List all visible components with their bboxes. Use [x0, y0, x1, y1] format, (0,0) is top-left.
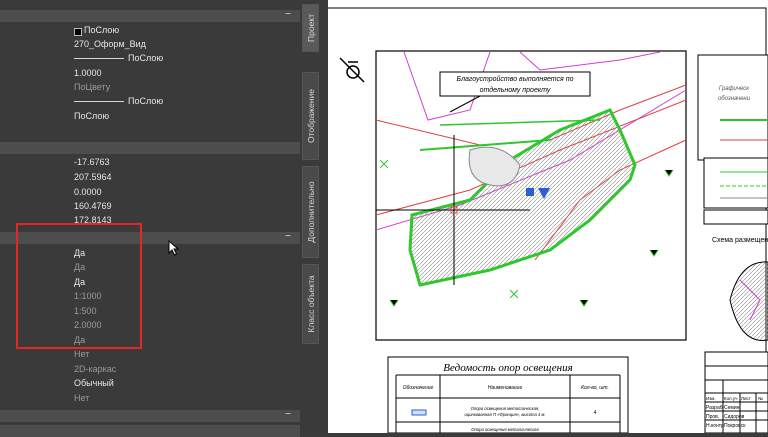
section-footer-header[interactable]: − — [0, 409, 300, 422]
palette-side-tabs: Проект Отображение Дополнительно Класс о… — [300, 0, 320, 433]
property-row-plot-style[interactable]: ПоЦвету — [0, 81, 300, 95]
property-row-misc-8[interactable]: Нет — [0, 348, 300, 362]
svg-text:Разраб: Разраб — [706, 405, 723, 411]
linetype-sample — [74, 58, 124, 59]
panel-border — [320, 0, 328, 433]
table-row-1-qty: 4 — [594, 410, 597, 416]
svg-text:Покровск: Покровск — [724, 423, 746, 429]
legend-frame — [697, 54, 768, 161]
table-row-1-name-2: оцинкованная П «Франция», высота 4 м. — [464, 412, 545, 417]
legend-title-2: обозначени — [718, 96, 751, 102]
misc-value: Нет — [74, 349, 90, 359]
section-geometry-header[interactable] — [0, 142, 300, 154]
property-row-layer[interactable]: 270_Оформ_Вид — [0, 38, 300, 52]
title-block-stamp: Изм. Кол.уч Лист № Разраб Семин Пров. Си… — [704, 351, 768, 433]
geometry-value: 207.5964 — [74, 172, 112, 182]
lineweight-sample — [74, 101, 124, 102]
collapse-icon[interactable]: − — [285, 231, 291, 242]
property-row-lineweight[interactable]: ПоСлою — [0, 95, 300, 109]
table-row-1-name: Опора освещения металлическая, — [471, 406, 540, 411]
property-row-geometry-2[interactable]: 207.5964 — [0, 171, 300, 185]
misc-value: 2D-каркас — [74, 364, 117, 374]
mouse-pointer-icon — [168, 240, 180, 256]
tab-project[interactable]: Проект — [302, 4, 319, 52]
table-header-2: Наименование — [488, 385, 523, 391]
properties-panel: − ПоСлою 270_Оформ_Вид ПоСлою 1.0000 ПоЦ… — [0, 0, 300, 437]
table-title: Ведомость опор освещения — [443, 362, 572, 374]
geometry-value: 0.0000 — [74, 187, 102, 197]
section-next-header[interactable] — [0, 425, 300, 437]
callout-text-2: отдельному проекту — [480, 86, 551, 94]
geometry-value: 160.4769 — [74, 201, 112, 211]
scheme-map — [729, 261, 768, 341]
layer-value: 270_Оформ_Вид — [74, 39, 146, 49]
plot-style-value: ПоЦвету — [74, 82, 111, 92]
property-row-linetype-scale[interactable]: 1.0000 — [0, 67, 300, 81]
geometry-value: -17.6763 — [74, 157, 110, 167]
transparency-value: ПоСлою — [74, 111, 110, 121]
property-row-misc-10[interactable]: Обычный — [0, 377, 300, 391]
color-swatch-icon — [74, 28, 82, 36]
tab-extended-label: Дополнительно — [305, 181, 316, 243]
svg-text:Н.контр: Н.контр — [706, 423, 724, 429]
tab-display-label: Отображение — [305, 88, 316, 144]
misc-value: Нет — [74, 393, 90, 403]
property-row-geometry-4[interactable]: 160.4769 — [0, 200, 300, 214]
svg-text:Семин: Семин — [724, 405, 740, 411]
svg-text:№: № — [758, 396, 763, 401]
tab-project-label: Проект — [305, 14, 316, 42]
drawing-canvas[interactable]: Благоустройство выполняется по отдельном… — [320, 0, 768, 433]
linetype-value: ПоСлою — [128, 53, 164, 63]
property-row-geometry-3[interactable]: 0.0000 — [0, 186, 300, 200]
red-highlight-box — [16, 223, 142, 349]
svg-text:Кол.уч: Кол.уч — [724, 396, 738, 401]
callout-text-1: Благоустройство выполняется по — [457, 75, 574, 83]
svg-text:Лист: Лист — [741, 396, 751, 401]
property-row-geometry-1[interactable]: -17.6763 — [0, 156, 300, 170]
north-arrow-icon — [339, 57, 365, 83]
table-header-3: Кол-во, шт. — [581, 385, 609, 391]
lineweight-value: ПоСлою — [128, 96, 164, 106]
table-row-2-name: Опора освещения металлическая — [471, 427, 539, 432]
collapse-icon[interactable]: − — [285, 409, 291, 420]
legend-title: Графическ — [719, 86, 750, 92]
drawing-sheet: Благоустройство выполняется по отдельном… — [320, 0, 768, 433]
property-row-transparency[interactable]: ПоСлою — [0, 110, 300, 124]
svg-text:Пров.: Пров. — [706, 414, 719, 420]
section-general-header[interactable]: − — [0, 9, 300, 22]
color-value: ПоСлою — [84, 25, 120, 35]
table-header-1: Обозначение — [403, 385, 434, 391]
tab-display[interactable]: Отображение — [302, 72, 319, 160]
svg-text:Изм.: Изм. — [706, 396, 716, 401]
tab-extended[interactable]: Дополнительно — [302, 166, 319, 258]
svg-text:Сидоров: Сидоров — [724, 414, 745, 420]
scheme-caption: Схема размещен — [712, 237, 768, 244]
tab-object-class[interactable]: Класс объекта — [302, 264, 319, 344]
collapse-icon[interactable]: − — [285, 9, 291, 20]
tab-object-class-label: Класс объекта — [305, 275, 316, 333]
misc-value: Обычный — [74, 378, 114, 388]
property-row-misc-11[interactable]: Нет — [0, 392, 300, 406]
linetype-scale-value: 1.0000 — [74, 68, 102, 78]
property-row-misc-9[interactable]: 2D-каркас — [0, 363, 300, 377]
property-row-linetype[interactable]: ПоСлою — [0, 52, 300, 66]
property-row-color[interactable]: ПоСлою — [0, 24, 300, 38]
